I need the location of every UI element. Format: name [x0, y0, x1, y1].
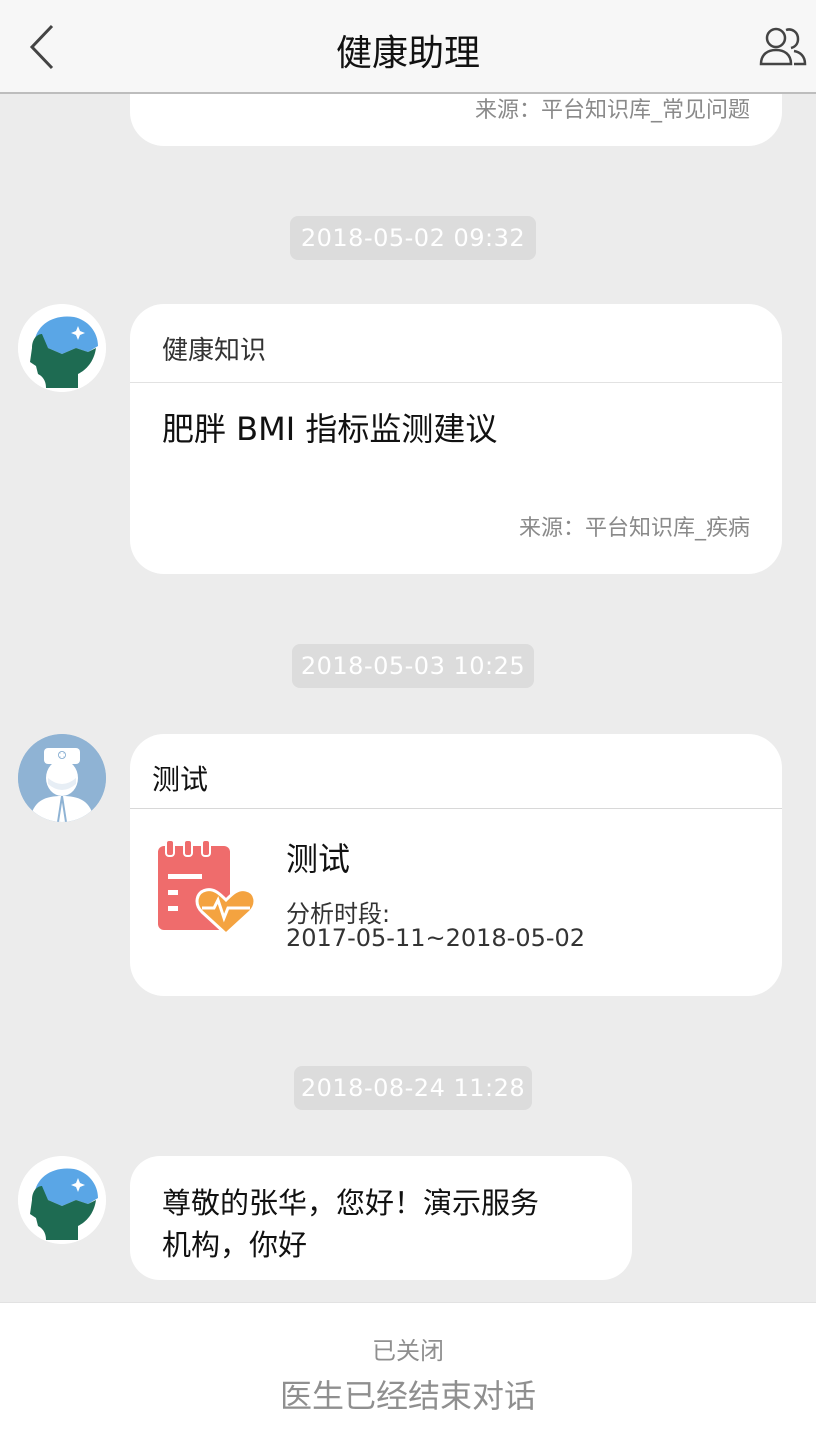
doctor-avatar[interactable]: [18, 734, 106, 822]
message-line-2: 机构，你好: [162, 1228, 308, 1262]
people-icon: [759, 27, 807, 66]
assistant-logo-icon: [18, 1156, 106, 1244]
assistant-avatar[interactable]: [18, 1156, 106, 1244]
card-divider: [130, 808, 782, 809]
message-line-1: 尊敬的张华，您好！演示服务: [162, 1186, 540, 1220]
card-header: 测试: [152, 763, 209, 796]
card-source: 来源：平台知识库_常见问题: [474, 98, 750, 123]
timestamp-2: 2018-05-03 10:25: [292, 644, 534, 688]
knowledge-card[interactable]: 健康知识 肥胖 BMI 指标监测建议 来源：平台知识库_疾病: [130, 304, 782, 574]
closed-message: 医生已经结束对话: [279, 1377, 536, 1415]
contacts-button[interactable]: [758, 22, 808, 70]
text-message-bubble[interactable]: 尊敬的张华，您好！演示服务 机构，你好: [130, 1156, 632, 1280]
report-card[interactable]: 测试 测试 分析时段: 2017-05-11~2018-05-02: [130, 734, 782, 996]
card-source: 来源：平台知识库_疾病: [518, 516, 750, 541]
status-badge: 已关闭: [372, 1337, 444, 1365]
chat-feed[interactable]: 来源：平台知识库_常见问题 2018-05-02 09:32 健康知识 肥胖 B…: [0, 0, 816, 1300]
nav-bar: 健康助理: [0, 0, 816, 94]
card-divider: [130, 382, 782, 383]
period-value: 2017-05-11~2018-05-02: [286, 924, 586, 952]
knowledge-headline[interactable]: 肥胖 BMI 指标监测建议: [162, 404, 497, 450]
page-title: 健康助理: [335, 33, 480, 74]
assistant-avatar[interactable]: [18, 304, 106, 392]
conversation-closed-footer: 已关闭 医生已经结束对话: [0, 1302, 816, 1438]
timestamp-1: 2018-05-02 09:32: [290, 216, 536, 260]
assistant-logo-icon: [18, 304, 106, 392]
health-report-icon: [156, 838, 257, 938]
timestamp-3: 2018-08-24 11:28: [294, 1066, 532, 1110]
doctor-icon: [18, 734, 106, 822]
card-header: 健康知识: [162, 336, 267, 366]
report-title: 测试: [286, 840, 351, 878]
